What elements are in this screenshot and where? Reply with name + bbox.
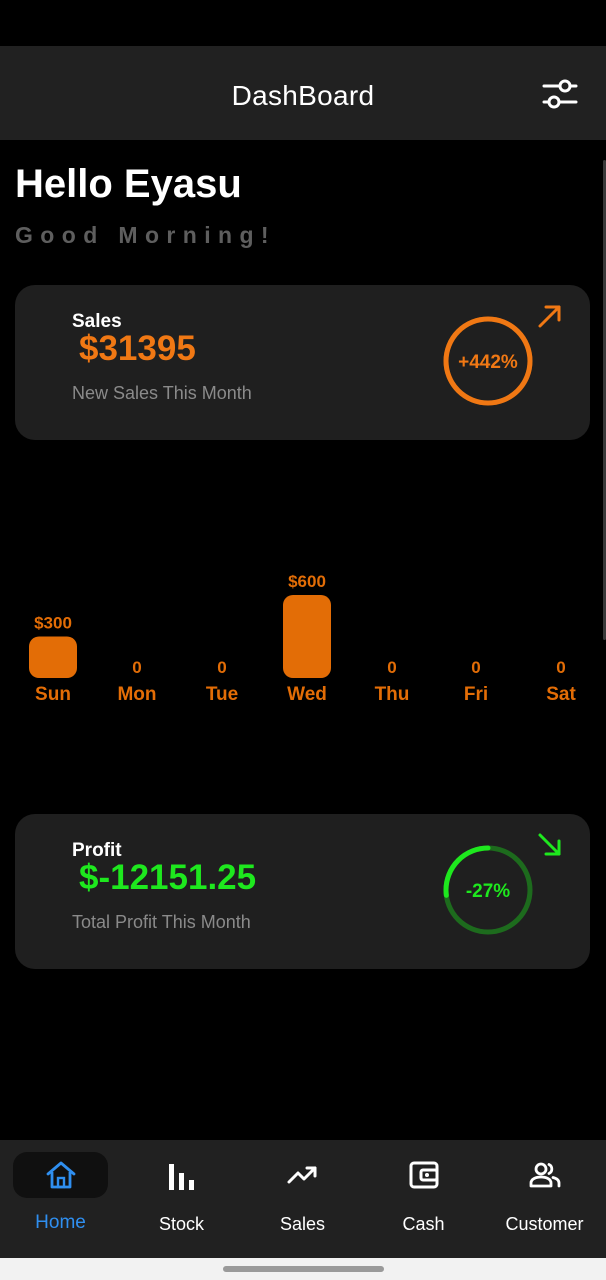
day-label-fri: Fri <box>464 684 488 705</box>
profit-caption: Total Profit This Month <box>72 912 251 932</box>
nav-item-stock[interactable]: Stock <box>121 1140 242 1258</box>
nav-label-customer: Customer <box>505 1214 584 1234</box>
value-label-sun: $300 <box>34 614 72 633</box>
arrow-down-right-icon <box>538 833 561 856</box>
day-label-sat: Sat <box>546 684 576 705</box>
nav-label-stock: Stock <box>158 1214 205 1234</box>
home-icon <box>46 1161 76 1189</box>
status-bar <box>0 0 606 46</box>
sales-percent: +442% <box>458 352 518 373</box>
profit-percent-ring: -27% <box>443 845 533 935</box>
value-label-fri: 0 <box>471 658 480 677</box>
day-label-wed: Wed <box>287 684 327 705</box>
greeting-subtitle: Good Morning! <box>15 222 276 248</box>
day-label-mon: Mon <box>117 684 156 705</box>
profit-value: $-12151.25 <box>79 858 257 897</box>
bottom-nav: Home Stock Sales Cash Customer <box>0 1140 606 1258</box>
nav-item-cash[interactable]: Cash <box>363 1140 484 1258</box>
day-label-thu: Thu <box>375 684 410 705</box>
tune-icon[interactable] <box>542 78 578 110</box>
day-label-tue: Tue <box>206 684 238 705</box>
value-label-thu: 0 <box>387 658 396 677</box>
greeting-title: Hello Eyasu <box>15 162 242 206</box>
people-icon <box>529 1162 561 1188</box>
nav-item-home[interactable]: Home <box>0 1140 121 1258</box>
sales-percent-ring: +442% <box>443 316 533 406</box>
trending-up-icon <box>287 1166 317 1184</box>
bar-wed <box>283 595 331 678</box>
profit-card[interactable]: Profit $-12151.25 Total Profit This Mont… <box>15 814 590 969</box>
sales-card[interactable]: Sales $31395 New Sales This Month +442% <box>15 285 590 440</box>
bar-chart-icon <box>169 1164 194 1190</box>
wallet-icon <box>409 1161 439 1189</box>
home-gesture-handle[interactable] <box>223 1266 384 1272</box>
nav-label-home: Home <box>35 1212 86 1233</box>
sales-value: $31395 <box>79 329 196 368</box>
value-label-tue: 0 <box>217 658 226 677</box>
nav-label-cash: Cash <box>402 1214 445 1234</box>
bar-sun <box>29 636 77 678</box>
value-label-sat: 0 <box>556 658 565 677</box>
page-title: DashBoard <box>231 80 375 111</box>
nav-item-customer[interactable]: Customer <box>484 1140 605 1258</box>
gesture-bar <box>0 1258 606 1280</box>
profit-percent: -27% <box>466 881 510 902</box>
nav-item-sales[interactable]: Sales <box>242 1140 363 1258</box>
sales-caption: New Sales This Month <box>72 383 252 403</box>
value-label-mon: 0 <box>132 658 141 677</box>
app-bar: DashBoard <box>0 46 606 140</box>
nav-label-sales: Sales <box>279 1214 326 1234</box>
weekly-sales-chart: $300 Sun 0 Mon 0 Tue $600 Wed 0 Thu 0 Fri 0 Sat <box>29 572 576 705</box>
arrow-up-right-icon <box>538 305 561 328</box>
value-label-wed: $600 <box>288 572 326 591</box>
day-label-sun: Sun <box>35 684 71 705</box>
